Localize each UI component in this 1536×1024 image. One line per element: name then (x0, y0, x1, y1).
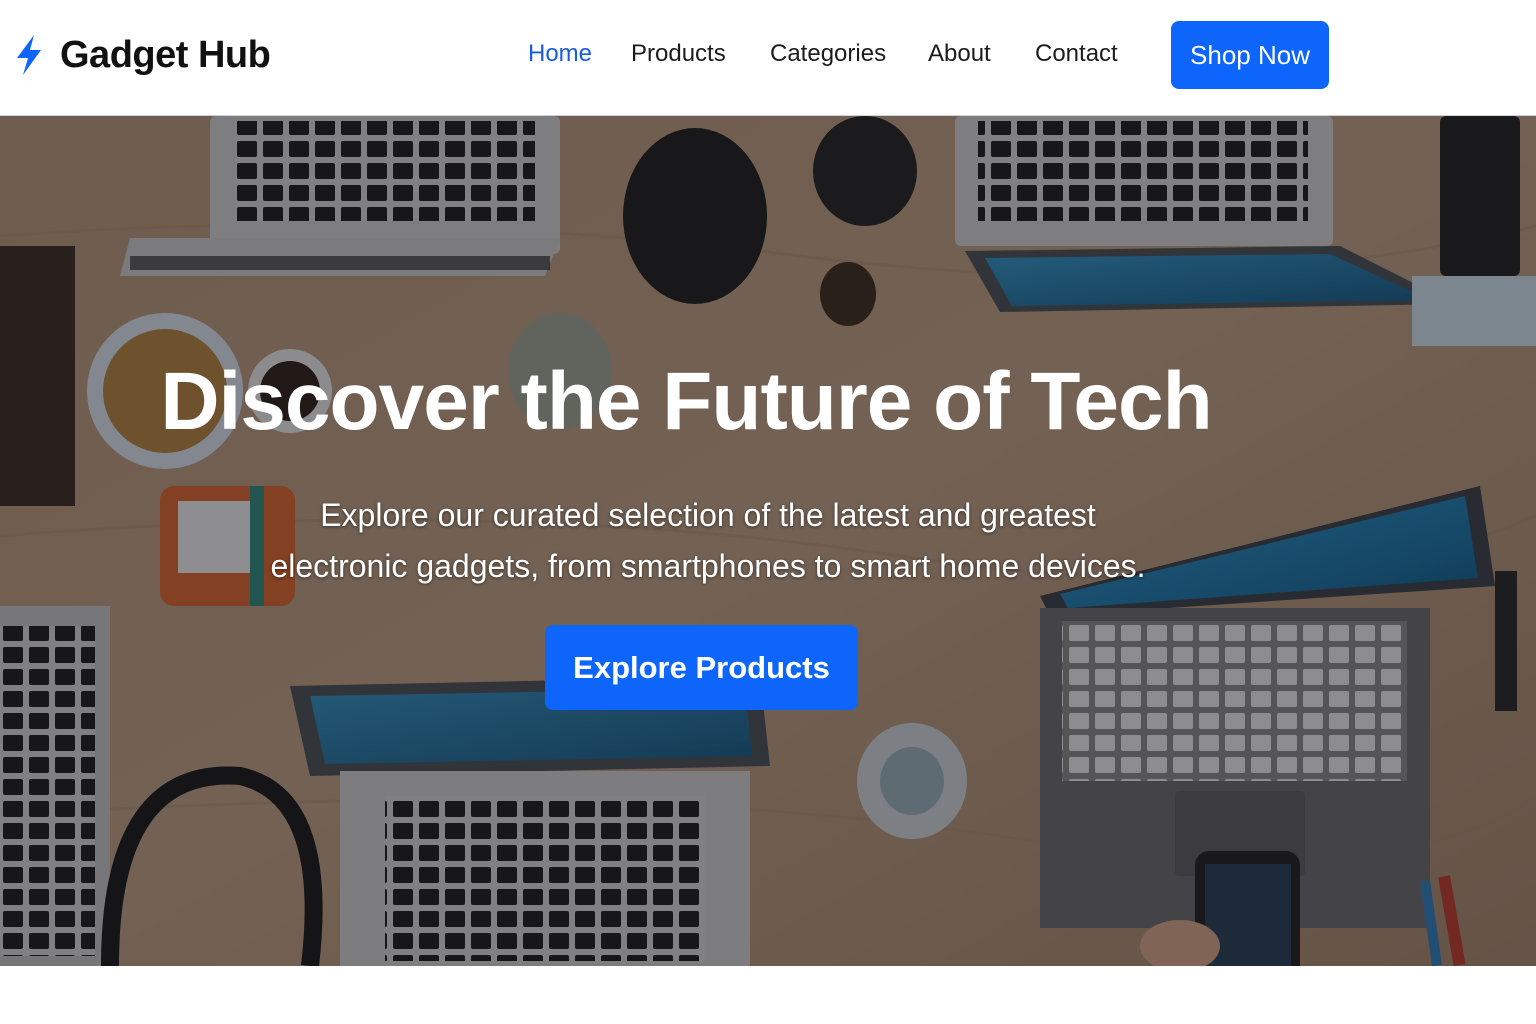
nav-link-home[interactable]: Home (528, 38, 592, 70)
nav-link-products[interactable]: Products (631, 38, 726, 70)
hero-subtitle: Explore our curated selection of the lat… (258, 490, 1158, 592)
hero-subtitle-line-1: Explore our curated selection of the lat… (320, 497, 1096, 533)
nav-link-categories[interactable]: Categories (770, 38, 886, 70)
brand-name: Gadget Hub (60, 33, 271, 76)
brand-logo[interactable]: Gadget Hub (14, 30, 271, 80)
nav-link-contact[interactable]: Contact (1035, 38, 1118, 70)
navbar: Gadget Hub Home Products Categories Abou… (0, 0, 1536, 116)
hero-subtitle-line-2: electronic gadgets, from smartphones to … (270, 548, 1146, 584)
explore-products-button[interactable]: Explore Products (545, 625, 858, 710)
hero-title: Discover the Future of Tech (160, 356, 1212, 447)
shop-now-button[interactable]: Shop Now (1171, 21, 1329, 89)
lightning-bolt-icon (14, 34, 44, 76)
nav-link-about[interactable]: About (928, 38, 991, 70)
hero-section: Discover the Future of Tech Explore our … (0, 116, 1536, 966)
